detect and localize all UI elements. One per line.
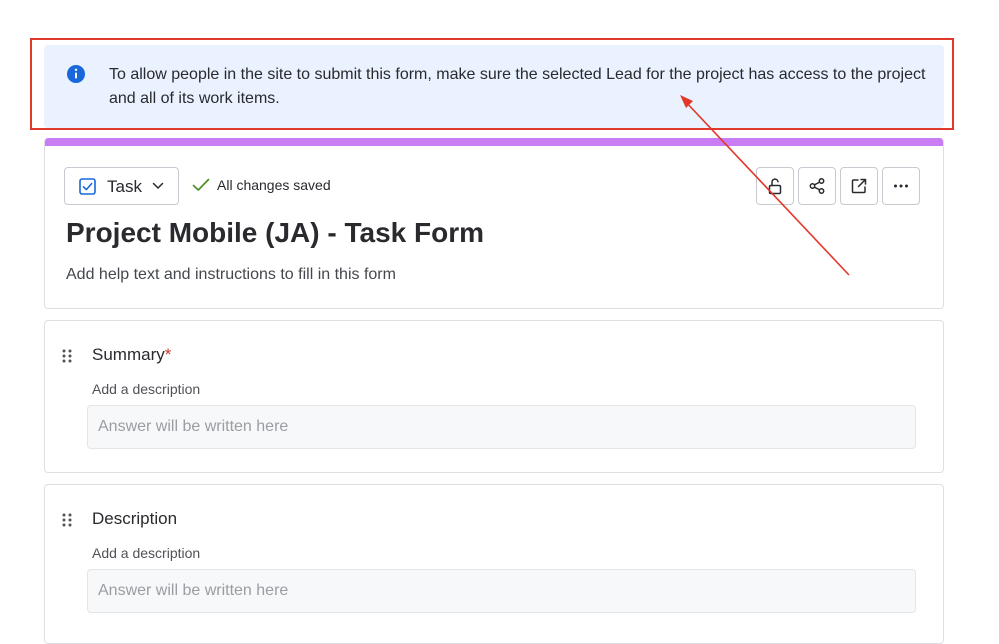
form-help-text[interactable]: Add help text and instructions to fill i… [66,264,396,286]
chevron-down-icon [152,182,164,189]
share-button[interactable] [798,167,836,205]
unlock-button[interactable] [756,167,794,205]
field-card-summary: Summary* Add a description Answer will b… [44,320,944,473]
share-icon [809,178,825,194]
field-label[interactable]: Summary* [92,345,171,365]
form-header-card: Task All changes saved Project Mobile (J… [44,138,944,309]
save-status: All changes saved [217,177,331,193]
more-actions-button[interactable] [882,167,920,205]
field-label[interactable]: Description [92,509,177,529]
work-type-dropdown[interactable]: Task [64,167,179,205]
required-marker: * [164,345,172,364]
field-label-text: Description [92,509,178,528]
field-label-text: Summary [92,345,165,364]
field-description[interactable]: Add a description [92,545,200,562]
checkbox-task-icon [79,178,96,195]
drag-handle-icon[interactable] [62,513,72,527]
answer-input[interactable]: Answer will be written here [87,405,916,449]
answer-input[interactable]: Answer will be written here [87,569,916,613]
unlock-icon [768,178,782,195]
field-card-description: Description Add a description Answer wil… [44,484,944,644]
saved-check-icon [192,178,210,191]
open-in-new-tab-button[interactable] [840,167,878,205]
form-title[interactable]: Project Mobile (JA) - Task Form [66,215,484,251]
open-external-icon [851,178,867,194]
header-accent-stripe [45,138,943,146]
work-type-label: Task [107,177,142,196]
more-icon [894,184,908,188]
annotation-highlight-box [30,38,954,130]
field-description[interactable]: Add a description [92,381,200,398]
drag-handle-icon[interactable] [62,349,72,363]
